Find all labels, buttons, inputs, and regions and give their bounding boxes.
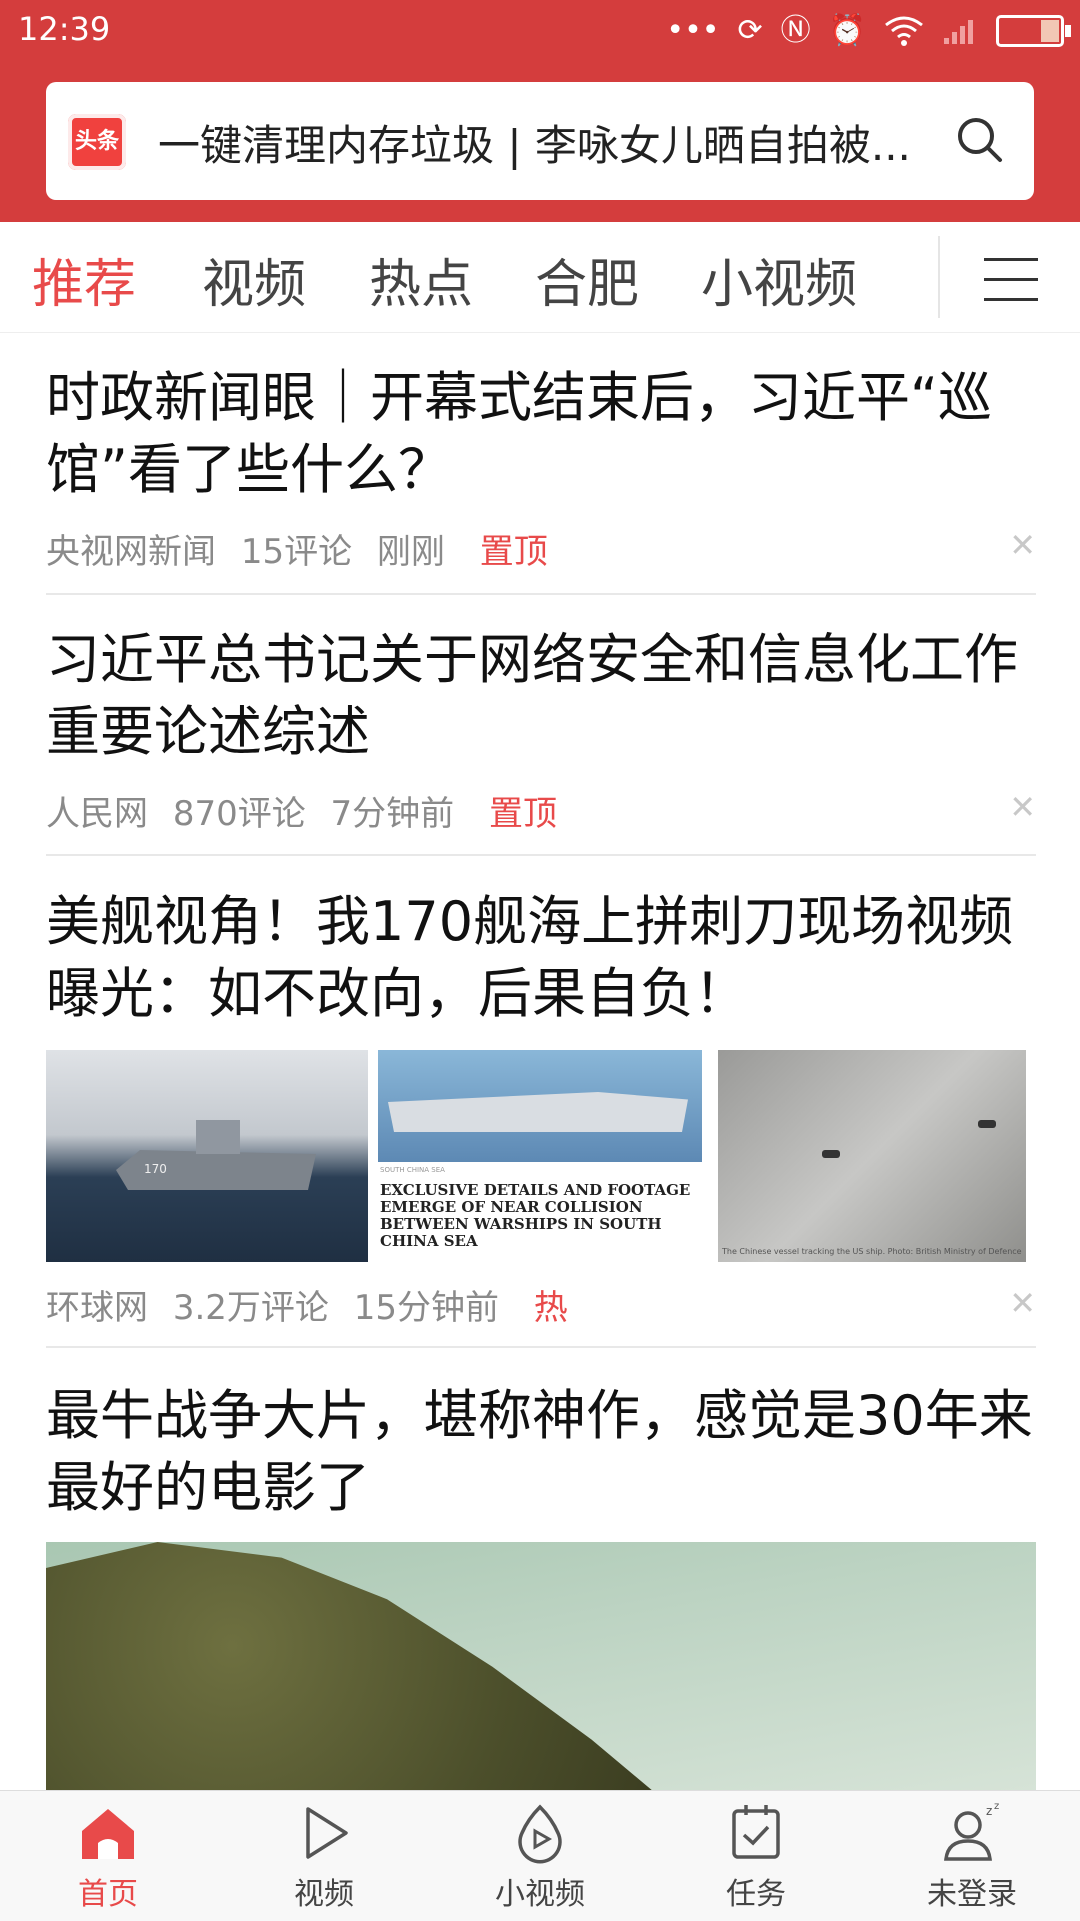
toutiao-logo: 头条 [68, 114, 126, 170]
article-thumbnail-warship[interactable]: 170 [46, 1050, 368, 1262]
svg-text:z: z [986, 1804, 992, 1818]
pinned-badge: 置顶 [488, 794, 557, 834]
thumbnail-nav-text: SOUTH CHINA SEA [380, 1166, 445, 1174]
article-meta: 环球网 3.2万评论 15分钟前 热 [46, 1280, 582, 1329]
article-title[interactable]: 最牛战争大片，堪称神作，感觉是30年来最好的电影了 [46, 1380, 1036, 1524]
article-thumbnail-aerial[interactable]: The Chinese vessel tracking the US ship.… [718, 1050, 1026, 1262]
nav-label: 未登录 [927, 1877, 1017, 1912]
task-icon [732, 1805, 780, 1859]
feed-item[interactable]: 习近平总书记关于网络安全和信息化工作重要论述综述 人民网 870评论 7分钟前 … [46, 624, 1036, 834]
wifi-icon [885, 16, 923, 46]
divider [46, 854, 1036, 856]
tab-hefei[interactable]: 合肥 [535, 242, 639, 317]
divider [46, 1346, 1036, 1348]
dismiss-icon[interactable]: ✕ [1009, 788, 1036, 826]
article-meta: 人民网 870评论 7分钟前 置顶 [46, 786, 571, 835]
nfc-icon: Ⓝ [780, 13, 811, 48]
dismiss-icon[interactable]: ✕ [1009, 1284, 1036, 1322]
more-dots-icon: ••• [666, 13, 720, 48]
tab-video[interactable]: 视频 [202, 242, 306, 317]
nav-short-video[interactable]: 小视频 [470, 1801, 610, 1913]
tab-divider [938, 236, 940, 318]
article-source: 环球网 [46, 1288, 148, 1328]
status-time: 12:39 [18, 10, 111, 48]
search-icon[interactable] [952, 112, 1008, 168]
nav-label: 小视频 [495, 1877, 585, 1912]
user-icon: z z [944, 1801, 999, 1861]
signal-icon [944, 20, 973, 44]
nav-label: 视频 [294, 1877, 354, 1912]
divider [46, 593, 1036, 595]
nav-tasks[interactable]: 任务 [686, 1801, 826, 1913]
thumbnail-headline: EXCLUSIVE DETAILS AND FOOTAGE EMERGE OF … [380, 1181, 691, 1250]
feed-item[interactable]: 最牛战争大片，堪称神作，感觉是30年来最好的电影了 [46, 1380, 1036, 1524]
hot-badge: 热 [533, 1288, 568, 1328]
article-time: 刚刚 [376, 532, 445, 572]
article-title[interactable]: 时政新闻眼｜开幕式结束后，习近平“巡馆”看了些什么？ [46, 362, 1036, 506]
short-video-icon [518, 1804, 562, 1864]
nav-home[interactable]: 首页 [38, 1801, 178, 1913]
svg-text:z: z [994, 1801, 999, 1812]
search-bar[interactable]: 头条 一键清理内存垃圾 | 李咏女儿晒自拍被... [46, 82, 1034, 200]
article-comments: 870评论 [172, 794, 306, 834]
play-icon [306, 1807, 348, 1859]
tab-recommend[interactable]: 推荐 [32, 242, 136, 317]
article-source: 央视网新闻 [46, 532, 216, 572]
article-source: 人民网 [46, 794, 148, 834]
sync-icon: ⟳ [737, 13, 763, 48]
tab-short-video[interactable]: 小视频 [701, 242, 857, 317]
thumbnail-caption: The Chinese vessel tracking the US ship.… [722, 1247, 1022, 1256]
article-time: 15分钟前 [353, 1288, 499, 1328]
status-icons: ••• ⟳ Ⓝ ⏰ [666, 8, 1071, 54]
video-cover-image[interactable] [46, 1542, 1036, 1790]
category-tab-bar: 推荐 视频 热点 合肥 小视频 [0, 222, 1080, 333]
nav-label: 任务 [726, 1877, 786, 1912]
bottom-navigation: 首页 视频 小视频 任务 z z 未登录 [0, 1790, 1080, 1921]
battery-icon [996, 15, 1071, 47]
pinned-badge: 置顶 [479, 532, 548, 572]
tab-hot[interactable]: 热点 [369, 242, 473, 317]
status-bar: 12:39 ••• ⟳ Ⓝ ⏰ [0, 0, 1080, 62]
feed-item[interactable]: 时政新闻眼｜开幕式结束后，习近平“巡馆”看了些什么？ 央视网新闻 15评论 刚刚… [46, 362, 1036, 572]
article-comments: 3.2万评论 [172, 1288, 329, 1328]
search-input[interactable]: 一键清理内存垃圾 | 李咏女儿晒自拍被... [158, 112, 978, 173]
nav-profile[interactable]: z z 未登录 [902, 1801, 1042, 1913]
ship-number: 170 [144, 1162, 167, 1176]
home-icon [82, 1809, 134, 1859]
alarm-icon: ⏰ [828, 13, 866, 48]
top-header: 12:39 ••• ⟳ Ⓝ ⏰ 头条 一键清理内存垃圾 | 李咏女儿晒自拍被..… [0, 0, 1080, 222]
feed-item[interactable]: 美舰视角！我170舰海上拼刺刀现场视频曝光：如不改向，后果自负！ [46, 886, 1036, 1030]
article-meta: 央视网新闻 15评论 刚刚 置顶 [46, 524, 562, 573]
article-comments: 15评论 [240, 532, 353, 572]
nav-label: 首页 [78, 1877, 138, 1912]
article-thumbnail-news[interactable]: SOUTH CHINA SEA EXCLUSIVE DETAILS AND FO… [378, 1050, 702, 1262]
article-title[interactable]: 习近平总书记关于网络安全和信息化工作重要论述综述 [46, 624, 1036, 768]
channel-menu-icon[interactable] [984, 258, 1038, 302]
dismiss-icon[interactable]: ✕ [1009, 526, 1036, 564]
article-time: 7分钟前 [330, 794, 455, 834]
nav-video[interactable]: 视频 [254, 1801, 394, 1913]
article-title[interactable]: 美舰视角！我170舰海上拼刺刀现场视频曝光：如不改向，后果自负！ [46, 886, 1036, 1030]
